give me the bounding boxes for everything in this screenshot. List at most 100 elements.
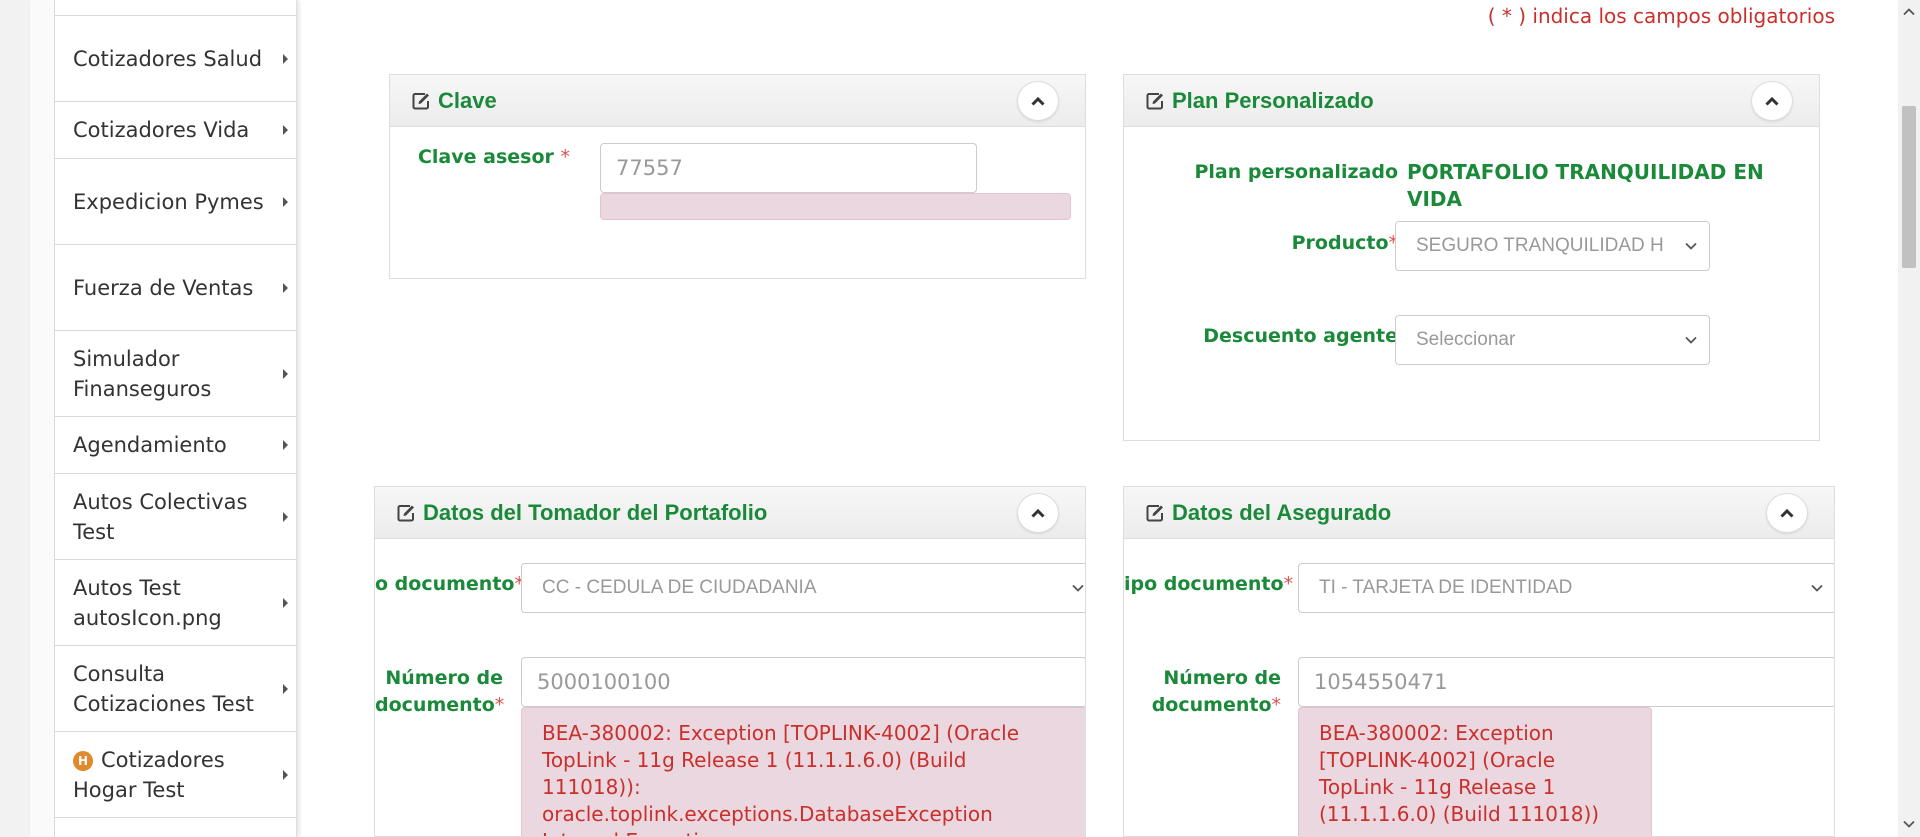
plan-personalizado-label: Plan personalizado xyxy=(1194,161,1398,183)
label-text: Número de documento xyxy=(1151,667,1281,716)
sidebar-item-autos-colectivas-test[interactable]: Autos Colectivas Test xyxy=(54,474,296,560)
sidebar-item-cotizadores-salud[interactable]: Cotizadores Salud xyxy=(54,16,296,102)
select-value: CC - CEDULA DE CIUDADANIA xyxy=(542,577,817,598)
sidebar-item-expedicion-pymes[interactable]: Expedicion Pymes xyxy=(54,159,296,245)
sidebar-item-label: Fuerza de Ventas xyxy=(73,275,254,300)
edit-icon xyxy=(1146,92,1164,110)
tomador-tipo-documento-select[interactable]: CC - CEDULA DE CIUDADANIA xyxy=(521,563,1085,613)
tomador-panel: Datos del Tomador del Portafolio o docum… xyxy=(374,486,1086,837)
caret-right-icon xyxy=(283,511,288,522)
plan-panel-header: Plan Personalizado xyxy=(1124,75,1819,127)
asegurado-tipo-documento-label: ipo documento* xyxy=(1124,571,1293,598)
panel-title: Plan Personalizado xyxy=(1172,87,1374,113)
sidebar-item-label: Autos Colectivas Test xyxy=(73,489,248,544)
sidebar-item-label: Expedicion Pymes xyxy=(73,189,264,214)
clave-panel-header: Clave xyxy=(390,75,1085,127)
label-text: o documento xyxy=(375,573,515,595)
required-mark: * xyxy=(1271,694,1282,716)
caret-right-icon xyxy=(283,683,288,694)
collapse-button[interactable] xyxy=(1017,493,1059,533)
label-text: Producto xyxy=(1291,232,1389,254)
sidebar-item-label: H Cotizadores Hogar Test xyxy=(73,745,264,805)
required-fields-note: ( * ) indica los campos obligatorios xyxy=(1487,4,1835,28)
sidebar-item-agendamiento[interactable]: Agendamiento xyxy=(54,417,296,474)
edit-icon xyxy=(1146,504,1164,522)
sidebar-item-label: Consulta Cotizaciones Test xyxy=(73,661,254,716)
sidebar-item-simulador-finanseguros[interactable]: Simulador Finanseguros xyxy=(54,331,296,417)
required-mark: * xyxy=(1283,573,1294,595)
caret-right-icon xyxy=(283,769,288,780)
caret-right-icon xyxy=(283,282,288,293)
sidebar-item-cotizadores-hogar-test[interactable]: H Cotizadores Hogar Test xyxy=(54,732,296,818)
asegurado-numero-documento-label: Número de documento* xyxy=(1124,665,1281,719)
edit-icon xyxy=(397,504,415,522)
scroll-up-icon[interactable] xyxy=(1903,8,1915,16)
sidebar-menu: Cotizadores Salud Cotizadores Vida Exped… xyxy=(54,0,296,837)
chevron-up-icon xyxy=(1031,509,1045,518)
sidebar-item-previous[interactable] xyxy=(54,0,296,16)
asegurado-error-message: BEA-380002: Exception [TOPLINK-4002] (Or… xyxy=(1298,707,1652,836)
clave-panel: Clave Clave asesor * 77557 xyxy=(389,74,1086,279)
plan-personalizado-value: PORTAFOLIO TRANQUILIDAD EN VIDA xyxy=(1407,160,1764,211)
collapse-button[interactable] xyxy=(1751,81,1793,121)
caret-right-icon xyxy=(283,196,288,207)
panel-title: Clave xyxy=(438,87,497,113)
asegurado-panel: Datos del Asegurado ipo documento* TI - … xyxy=(1123,486,1835,837)
select-value: Seleccionar xyxy=(1416,329,1516,350)
descuento-agente-select[interactable]: Seleccionar xyxy=(1395,315,1710,365)
descuento-agente-label: Descuento agente xyxy=(1203,325,1398,347)
sidebar-item-label: Cotizadores Vida xyxy=(73,118,250,142)
sidebar-item-cotizadores-vida[interactable]: Cotizadores Vida xyxy=(54,102,296,159)
clave-asesor-error xyxy=(600,193,1071,220)
edit-icon xyxy=(412,92,430,110)
tomador-error-message: BEA-380002: Exception [TOPLINK-4002] (Or… xyxy=(521,707,1085,836)
vertical-scrollbar[interactable] xyxy=(1898,0,1920,837)
tomador-numero-documento-label: Número de documento* xyxy=(375,665,504,719)
label-text: ipo documento xyxy=(1124,573,1284,595)
caret-right-icon xyxy=(283,125,288,135)
caret-right-icon xyxy=(283,53,288,64)
sidebar-item-label: Autos Test autosIcon.png xyxy=(73,575,222,630)
chevron-up-icon xyxy=(1765,97,1779,106)
asegurado-numero-documento-input[interactable]: 1054550471 xyxy=(1298,657,1834,707)
tomador-panel-header: Datos del Tomador del Portafolio xyxy=(375,487,1085,539)
panel-title: Datos del Tomador del Portafolio xyxy=(423,499,768,525)
label-text: Número de documento xyxy=(375,667,503,716)
caret-right-icon xyxy=(283,597,288,608)
clave-asesor-input[interactable]: 77557 xyxy=(600,143,977,193)
sidebar: Cotizadores Salud Cotizadores Vida Exped… xyxy=(30,0,297,837)
left-edge xyxy=(0,0,30,837)
plan-personalizado-panel: Plan Personalizado Plan personalizado PO… xyxy=(1123,74,1820,441)
sidebar-item-fuerza-de-ventas[interactable]: Fuerza de Ventas xyxy=(54,245,296,331)
scrollbar-thumb[interactable] xyxy=(1902,106,1916,268)
sidebar-item-text: Cotizadores Hogar Test xyxy=(73,747,225,802)
asegurado-panel-header: Datos del Asegurado xyxy=(1124,487,1834,539)
collapse-button[interactable] xyxy=(1766,493,1808,533)
chevron-down-icon xyxy=(1072,584,1084,592)
tomador-tipo-documento-label: o documento* xyxy=(375,571,524,598)
panel-title: Datos del Asegurado xyxy=(1172,499,1392,525)
collapse-button[interactable] xyxy=(1017,81,1059,121)
select-value: TI - TARJETA DE IDENTIDAD xyxy=(1319,577,1573,598)
asegurado-tipo-documento-select[interactable]: TI - TARJETA DE IDENTIDAD xyxy=(1298,563,1834,613)
chevron-down-icon xyxy=(1811,584,1823,592)
tomador-numero-documento-input[interactable]: 5000100100 xyxy=(521,657,1085,707)
label-text: Clave asesor xyxy=(417,146,554,168)
sidebar-item-consulta-cotizaciones-test[interactable]: Consulta Cotizaciones Test xyxy=(54,646,296,732)
clave-asesor-label: Clave asesor * xyxy=(410,144,570,171)
hogar-badge-icon: H xyxy=(73,750,93,771)
sidebar-item-next[interactable] xyxy=(54,818,296,837)
sidebar-item-autos-test[interactable]: Autos Test autosIcon.png xyxy=(54,560,296,646)
sidebar-item-label: Simulador Finanseguros xyxy=(73,346,212,401)
sidebar-item-label: Agendamiento xyxy=(73,433,227,457)
required-mark: * xyxy=(560,146,571,168)
caret-right-icon xyxy=(283,368,288,379)
scroll-down-icon[interactable] xyxy=(1903,820,1915,828)
chevron-down-icon xyxy=(1685,242,1697,250)
chevron-up-icon xyxy=(1780,509,1794,518)
caret-right-icon xyxy=(283,440,288,450)
producto-select[interactable]: SEGURO TRANQUILIDAD H xyxy=(1395,221,1710,271)
sidebar-item-label: Cotizadores Salud xyxy=(73,46,263,71)
select-value: SEGURO TRANQUILIDAD H xyxy=(1416,235,1664,256)
producto-label: Producto* xyxy=(1144,230,1398,257)
